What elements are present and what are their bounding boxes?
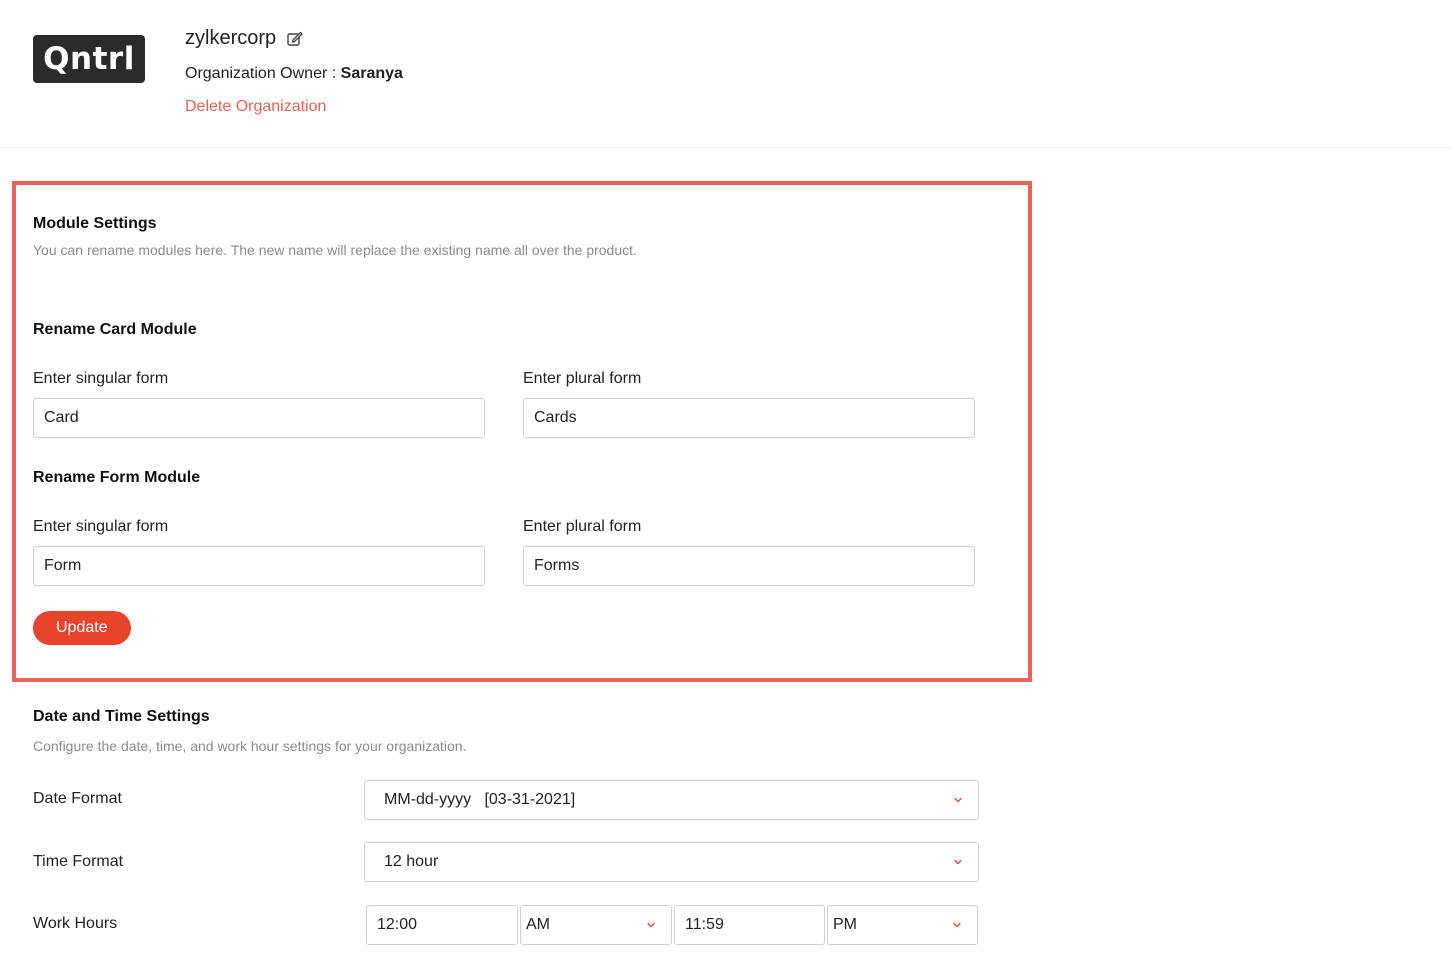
logo-text: Qntrl [43, 40, 135, 77]
chevron-down-icon [647, 922, 655, 928]
owner-label: Organization Owner : [185, 65, 337, 82]
work-end-meridiem-value: PM [833, 916, 857, 933]
work-start-time-input[interactable] [366, 905, 518, 945]
work-end-time-input[interactable] [674, 905, 825, 945]
owner-line: Organization Owner : Saranya [185, 65, 403, 83]
date-format-label: Date Format [33, 790, 122, 807]
owner-name: Saranya [340, 65, 403, 82]
date-format-select[interactable]: MM-dd-yyyy [03-31-2021] [364, 780, 979, 820]
work-start-meridiem-select[interactable]: AM [520, 905, 672, 945]
date-time-settings-description: Configure the date, time, and work hour … [33, 738, 467, 754]
form-singular-input[interactable] [33, 546, 485, 586]
module-settings-title: Module Settings [33, 215, 157, 232]
delete-organization-link[interactable]: Delete Organization [185, 98, 326, 116]
update-button[interactable]: Update [33, 611, 131, 645]
module-settings-description: You can rename modules here. The new nam… [33, 242, 637, 258]
work-end-meridiem-select[interactable]: PM [827, 905, 978, 945]
module-settings-panel: Module Settings You can rename modules h… [12, 181, 1032, 682]
date-format-value: MM-dd-yyyy [03-31-2021] [384, 791, 576, 808]
chevron-down-icon [954, 859, 962, 865]
work-start-meridiem-value: AM [526, 916, 550, 933]
card-plural-input[interactable] [523, 398, 975, 438]
edit-pencil-icon[interactable] [286, 30, 304, 48]
rename-card-module-title: Rename Card Module [33, 321, 197, 338]
card-singular-input[interactable] [33, 398, 485, 438]
chevron-down-icon [954, 797, 962, 803]
chevron-down-icon [953, 922, 961, 928]
time-format-value: 12 hour [384, 853, 439, 870]
org-name-row: zylkercorp [185, 27, 304, 50]
time-format-select[interactable]: 12 hour [364, 842, 979, 882]
time-format-label: Time Format [33, 853, 124, 870]
rename-form-module-title: Rename Form Module [33, 469, 201, 486]
org-name: zylkercorp [185, 27, 277, 49]
date-time-settings-title: Date and Time Settings [33, 708, 210, 725]
organization-header: Qntrl zylkercorp Organization Owner : Sa… [0, 0, 1452, 148]
qntrl-logo: Qntrl [33, 35, 145, 83]
card-singular-label: Enter singular form [33, 370, 169, 387]
form-singular-label: Enter singular form [33, 518, 169, 535]
form-plural-input[interactable] [523, 546, 975, 586]
form-plural-label: Enter plural form [523, 518, 642, 535]
card-plural-label: Enter plural form [523, 370, 642, 387]
work-hours-label: Work Hours [33, 915, 118, 932]
